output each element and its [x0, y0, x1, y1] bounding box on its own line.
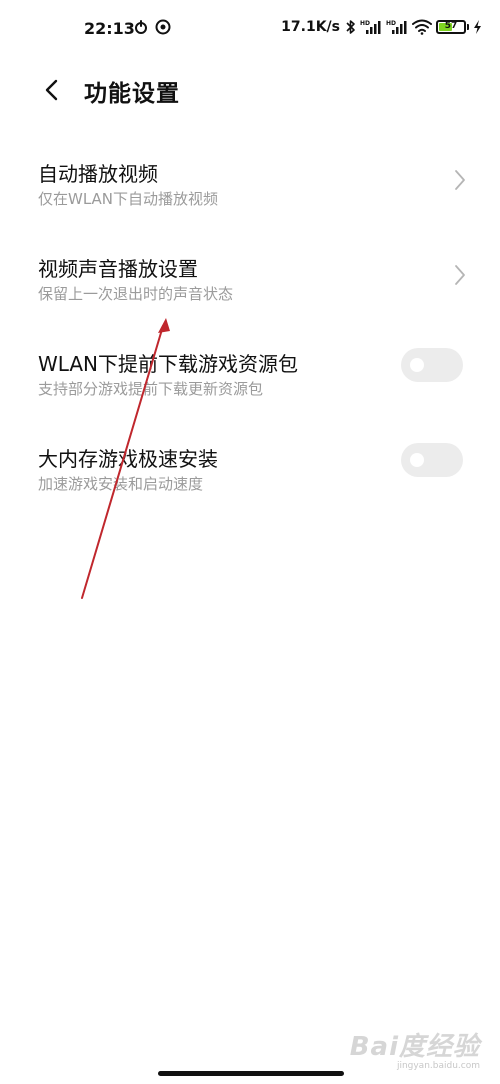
battery-level: 57	[444, 21, 458, 31]
sync-icon	[135, 20, 147, 34]
setting-title: 视频声音播放设置	[38, 257, 198, 281]
charging-icon	[474, 20, 481, 34]
battery-icon: 57	[436, 20, 466, 34]
target-icon	[155, 19, 171, 35]
setting-title: 大内存游戏极速安装	[38, 447, 218, 471]
setting-subtitle: 保留上一次退出时的声音状态	[38, 285, 234, 303]
setting-subtitle: 仅在WLAN下自动播放视频	[38, 190, 219, 208]
watermark-logo: Bai度经验	[349, 1032, 480, 1062]
setting-video-sound[interactable]: 视频声音播放设置 保留上一次退出时的声音状态	[0, 241, 500, 336]
page-title: 功能设置	[84, 81, 180, 107]
back-button[interactable]	[36, 74, 68, 106]
chevron-right-icon	[455, 265, 465, 285]
fast-install-toggle[interactable]	[401, 443, 463, 477]
chevron-left-icon	[45, 79, 58, 101]
status-left-icons	[133, 19, 171, 35]
wlan-predownload-toggle[interactable]	[401, 348, 463, 382]
wifi-icon	[412, 19, 432, 35]
bluetooth-icon	[346, 20, 355, 34]
hd-signal-icon: HD	[386, 20, 407, 34]
svg-text:HD: HD	[360, 20, 370, 27]
setting-subtitle: 支持部分游戏提前下载更新资源包	[38, 380, 264, 398]
setting-wlan-predownload: WLAN下提前下载游戏资源包 支持部分游戏提前下载更新资源包	[0, 336, 500, 431]
chevron-right-icon	[455, 170, 465, 190]
status-right: 17.1K/s HD HD 57	[281, 19, 482, 35]
network-speed: 17.1K/s	[281, 19, 340, 35]
home-indicator[interactable]	[158, 1071, 344, 1076]
hd-signal-icon: HD	[360, 20, 381, 34]
setting-title: 自动播放视频	[38, 162, 158, 186]
toggle-knob	[410, 358, 424, 372]
settings-list: 自动播放视频 仅在WLAN下自动播放视频 视频声音播放设置 保留上一次退出时的声…	[0, 146, 500, 526]
setting-subtitle: 加速游戏安装和启动速度	[38, 475, 204, 493]
watermark: Bai度经验 jingyan.baidu.com	[350, 1026, 480, 1071]
svg-text:HD: HD	[386, 20, 396, 27]
setting-title: WLAN下提前下载游戏资源包	[38, 352, 299, 376]
battery-nub	[467, 24, 469, 30]
setting-autoplay-video[interactable]: 自动播放视频 仅在WLAN下自动播放视频	[0, 146, 500, 241]
setting-fast-install: 大内存游戏极速安装 加速游戏安装和启动速度	[0, 431, 500, 526]
status-time: 22:13	[84, 19, 135, 38]
status-bar: 22:13 17.1K/s HD HD 57	[0, 0, 500, 58]
header: 功能设置	[0, 66, 500, 114]
toggle-knob	[410, 453, 424, 467]
